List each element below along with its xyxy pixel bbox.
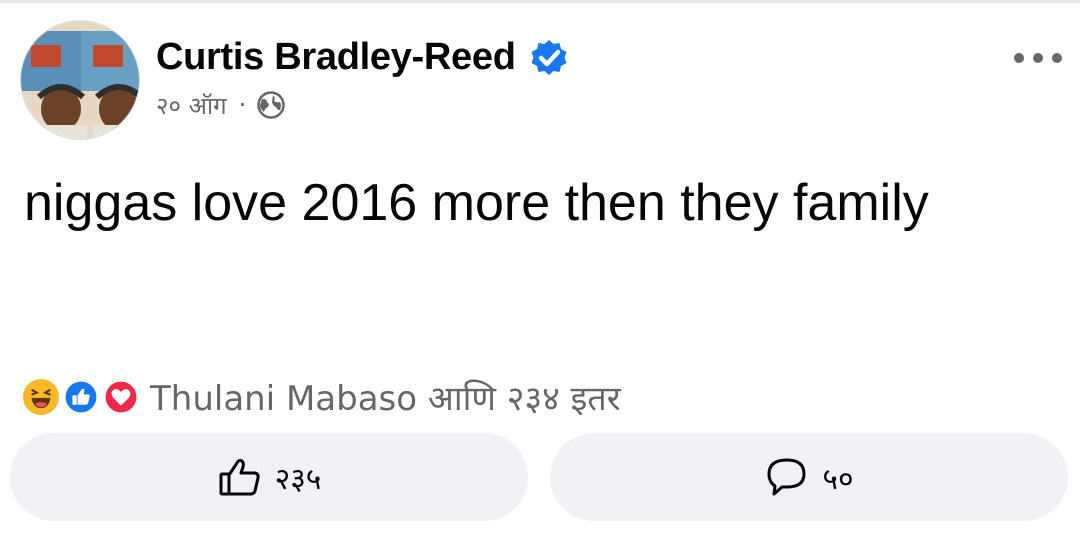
- comment-icon: [767, 458, 806, 496]
- like-count: २३५: [274, 461, 322, 497]
- comment-count: ५०: [822, 461, 854, 497]
- reactions-summary[interactable]: Thulani Mabaso आणि २३४ इतर: [20, 374, 621, 420]
- verified-badge-icon: [531, 40, 567, 75]
- top-divider: [0, 0, 1080, 3]
- post-meta: २० ऑग ·: [156, 88, 286, 122]
- more-options-icon[interactable]: [1014, 44, 1062, 72]
- haha-icon: [20, 376, 62, 418]
- post-text: niggas love 2016 more then they family: [24, 174, 929, 232]
- post-timestamp[interactable]: २० ऑग: [156, 89, 227, 122]
- more-dot: [1052, 53, 1062, 63]
- reaction-icons: [20, 376, 142, 418]
- meta-separator: ·: [238, 91, 247, 119]
- like-button[interactable]: २३५: [10, 433, 528, 521]
- reactions-text[interactable]: Thulani Mabaso आणि २३४ इतर: [150, 374, 621, 420]
- comment-button[interactable]: ५०: [550, 433, 1068, 521]
- author-name[interactable]: Curtis Bradley-Reed: [156, 36, 516, 79]
- globe-icon: [257, 91, 286, 119]
- avatar-image: [21, 21, 139, 139]
- more-dot: [1014, 53, 1024, 63]
- more-dot: [1033, 53, 1043, 63]
- thumbs-up-icon: [219, 458, 260, 496]
- love-icon: [100, 376, 142, 418]
- like-icon: [60, 376, 102, 418]
- author-avatar[interactable]: [20, 20, 140, 140]
